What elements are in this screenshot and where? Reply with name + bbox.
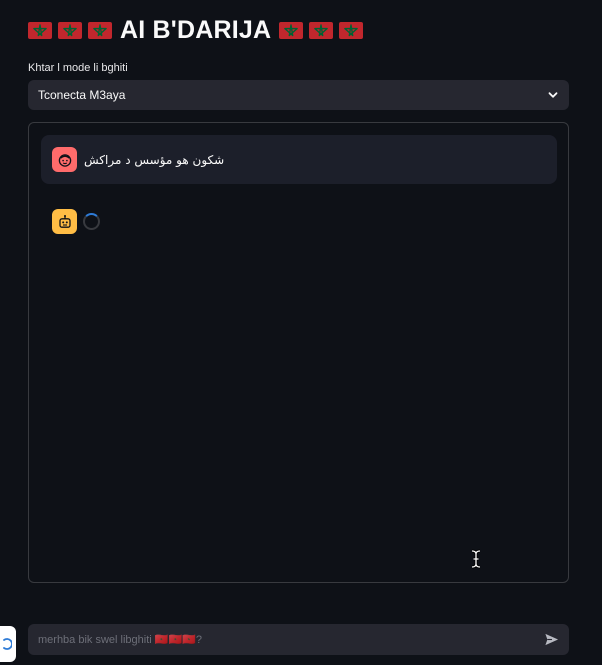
morocco-flag-icon — [279, 21, 304, 39]
app-title-text: AI B'DARIJA — [120, 15, 272, 44]
loading-spinner-icon — [83, 213, 100, 230]
user-message-text: شكون هو مؤسس د مراكش — [84, 152, 225, 167]
morocco-flag-icon — [339, 21, 364, 39]
model-select[interactable]: Tconecta M3aya — [28, 80, 569, 110]
robot-icon — [52, 209, 77, 234]
help-circle-icon — [3, 638, 12, 650]
morocco-flag-icon — [58, 21, 82, 39]
chat-message-assistant — [52, 209, 100, 234]
sidebar-expand-widget[interactable] — [0, 626, 16, 662]
morocco-flag-icon — [88, 21, 112, 39]
app-page: AI B'DARIJA Khtar l mode li bghiti Tcone… — [0, 0, 602, 665]
model-select-label: Khtar l mode li bghiti — [28, 62, 128, 74]
chat-container: شكون هو مؤسس د مراكش — [28, 122, 569, 583]
page-title: AI B'DARIJA — [28, 14, 364, 46]
chevron-down-icon[interactable] — [547, 89, 559, 101]
model-select-value: Tconecta M3aya — [38, 88, 126, 102]
morocco-flag-icon — [309, 21, 334, 39]
user-face-icon — [52, 147, 77, 172]
send-icon — [545, 633, 559, 646]
text-cursor-icon — [470, 549, 482, 574]
chat-message-user: شكون هو مؤسس د مراكش — [41, 135, 557, 184]
send-button[interactable] — [544, 632, 559, 647]
chat-input[interactable] — [38, 633, 544, 646]
morocco-flag-icon — [28, 21, 52, 39]
chat-input-bar — [28, 624, 569, 655]
